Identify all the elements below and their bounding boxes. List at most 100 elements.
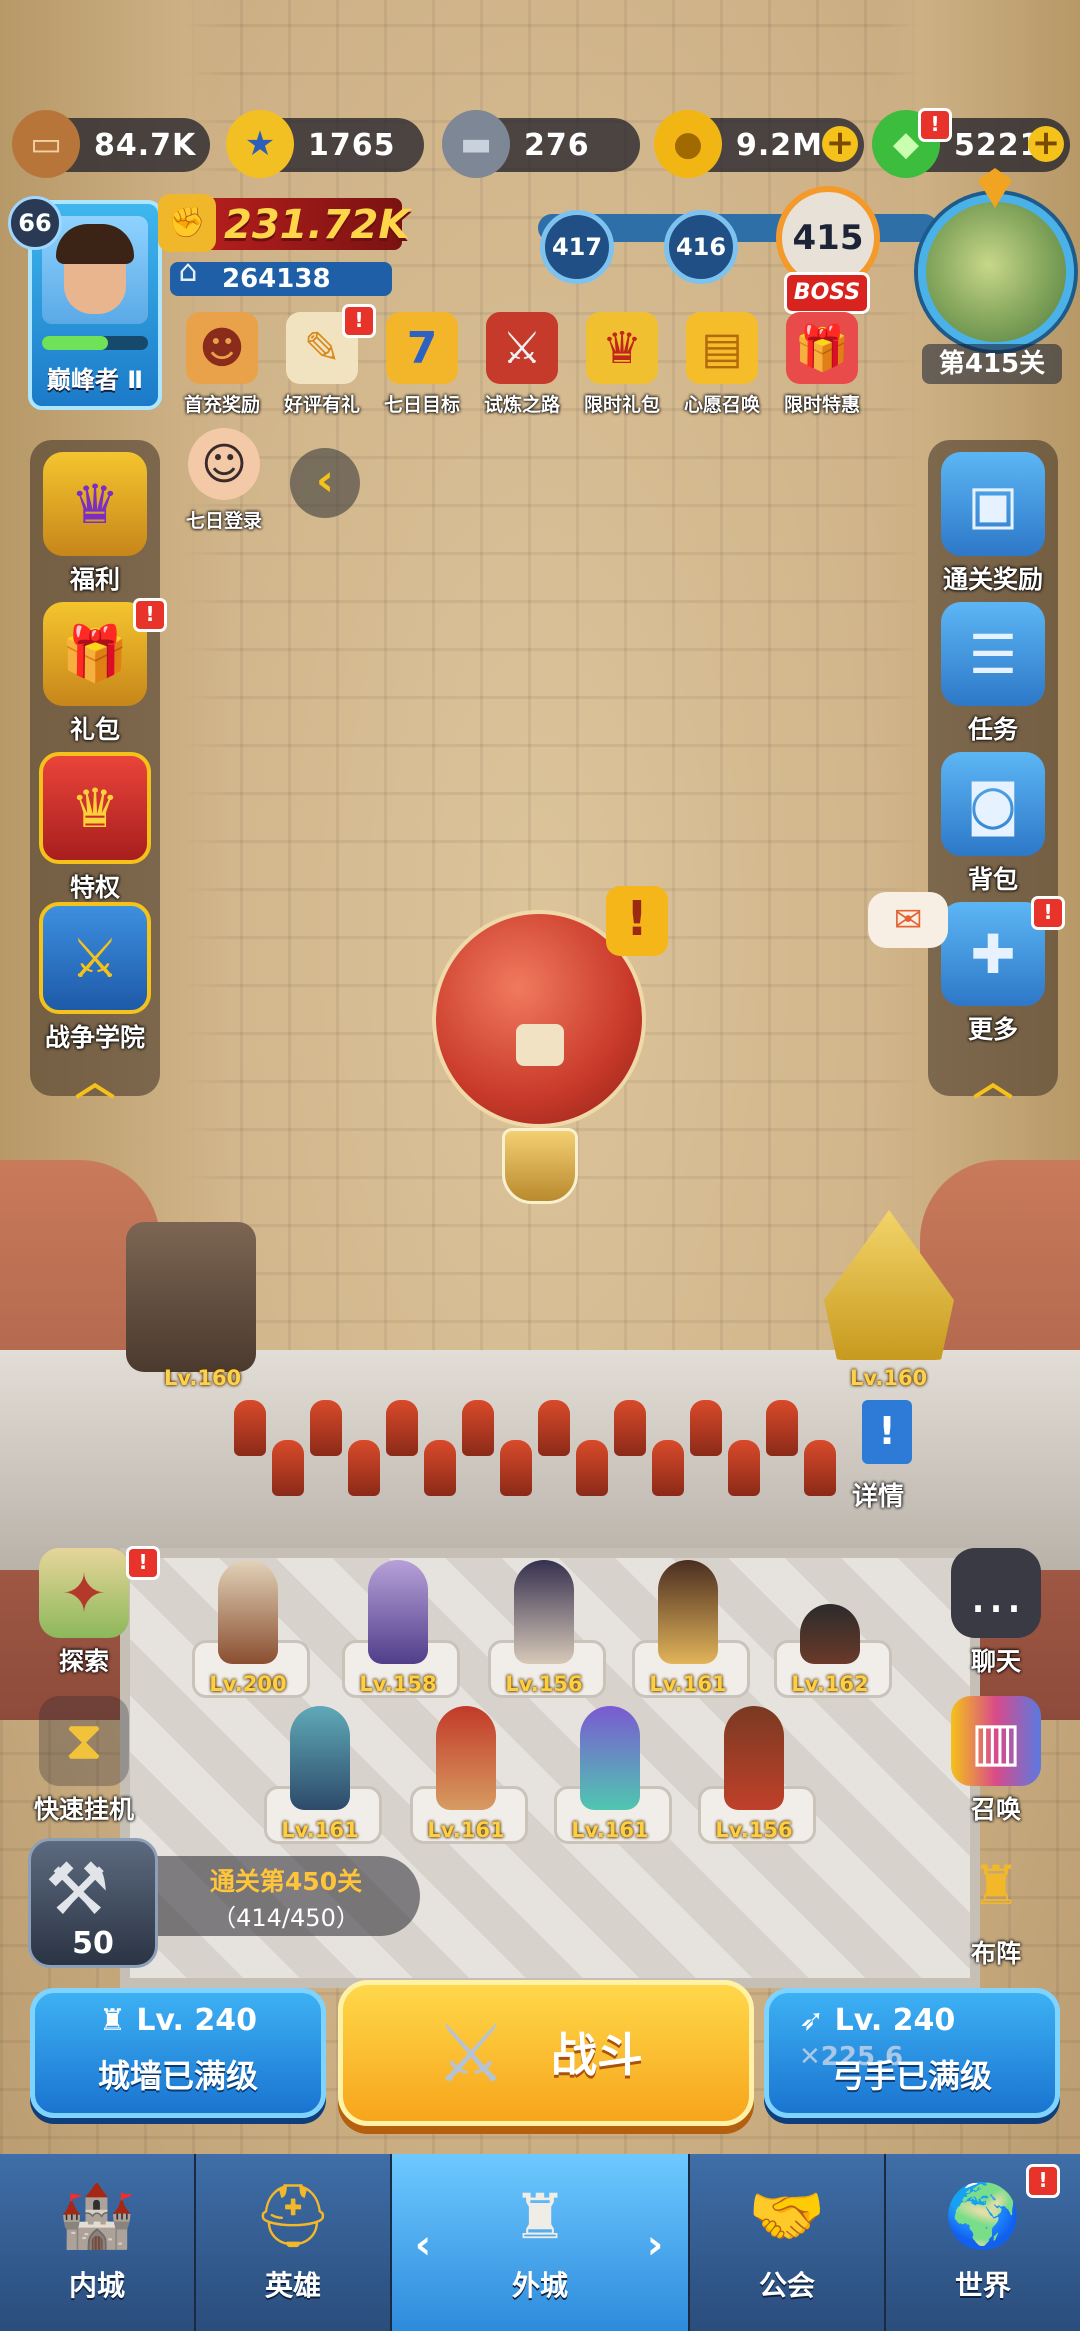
hero-slot-8[interactable]: Lv.161 [554,1706,672,1844]
world-alert-badge: ! [1026,2164,1060,2198]
resource-gold[interactable]: ● 9.2M + [654,110,864,178]
hero-level: Lv.162 [791,1672,869,1696]
balloon-alert-icon[interactable]: ! [606,886,668,956]
event-limited-gift[interactable]: ♛ 限时礼包 [572,312,672,417]
mail-envelope-icon[interactable]: ✉ [868,892,948,948]
event-limited-offer[interactable]: 🎁 限时特惠 [772,312,872,417]
chat-button[interactable]: … 聊天 [934,1548,1058,1678]
nav-next-arrow-icon[interactable]: › [640,2220,670,2270]
combat-power[interactable]: ✊ 231.72K [158,194,409,252]
bow-icon: ➶ [799,2003,835,2038]
collapse-events-button[interactable]: ‹ [290,448,360,518]
add-gold-button[interactable]: + [822,126,858,162]
wall-upgrade-button[interactable]: ♜ Lv. 240 城墙已满级 [30,1988,326,2118]
quick-idle-label: 快速挂机 [33,1795,134,1824]
left-menu-welfare[interactable]: ♛ 福利 [33,452,157,596]
hero-slot-6[interactable]: Lv.161 [264,1706,382,1844]
summon-button[interactable]: ▥ 召唤 [934,1696,1058,1826]
nav-world[interactable]: 🌍 世界 ! [886,2154,1080,2331]
quick-idle-button[interactable]: ⧗ 快速挂机 [22,1696,146,1826]
left-catapult-tower[interactable] [126,1222,256,1372]
collapse-right-chevron-icon[interactable]: ︿ [958,1062,1028,1102]
details-label[interactable]: 详情 [852,1476,904,1513]
combat-power-value: 231.72K [224,202,410,248]
stage-node-416: 416 [664,210,738,284]
player-level-badge: 66 [8,196,62,250]
hammer-button[interactable]: ⚒ 50 [28,1838,158,1968]
archer-status: 弓手已满级 [831,2057,992,2095]
hammer-count: 50 [72,1926,114,1961]
nav-heroes[interactable]: ⛑ 英雄 [196,2154,392,2331]
right-menu-tasks[interactable]: ☰ 任务 [931,602,1055,746]
nav-guild[interactable]: 🤝 公会 [690,2154,886,2331]
gems-alert-badge: ! [918,108,952,142]
nav-prev-arrow-icon[interactable]: ‹ [408,2220,438,2270]
left-menu-label: 特权 [69,873,120,902]
wall-status: 城墙已满级 [97,2057,258,2095]
resource-medal[interactable]: ★ 1765 [226,110,424,178]
right-menu-label: 背包 [967,865,1018,894]
map-icon: ✦ [39,1548,129,1638]
event-first-recharge[interactable]: ☻ 首充奖励 [172,312,272,417]
event-seven-day-login[interactable]: ☺ 七日登录 [174,428,274,533]
hero-slot-1[interactable]: Lv.200 [192,1560,310,1698]
stage-label: 第415关 [922,344,1062,384]
archer-upgrade-button[interactable]: ➶ Lv. 240 ✕225.6 弓手已满级 [764,1988,1060,2118]
hero-slot-2[interactable]: Lv.158 [342,1560,460,1698]
hero-slot-4[interactable]: Lv.161 [632,1560,750,1698]
collapse-left-chevron-icon[interactable]: ︿ [60,1062,130,1102]
archer-unit [348,1440,380,1496]
archer-unit [424,1440,456,1496]
resource-gems[interactable]: ◆ 5221 + ! [872,108,1070,178]
left-menu-war-academy[interactable]: ⚔ 战争学院 [33,902,157,1054]
review-alert-badge: ! [342,304,376,338]
crossed-swords-banner-icon: ⚔ [486,312,558,384]
event-review[interactable]: ✎ 好评有礼 ! [272,304,376,417]
fist-icon: ✊ [158,194,216,252]
crossed-swords-shield-icon: ⚔ [39,902,151,1014]
nav-label: 世界 [954,2269,1011,2302]
formation-label: 布阵 [970,1939,1021,1968]
left-menu-label: 战争学院 [44,1023,145,1052]
hero-slot-5[interactable]: Lv.162 [774,1560,892,1698]
explore-button[interactable]: ✦ 探索 ! [22,1546,160,1678]
fight-button[interactable]: ⚔ 战斗 [338,1980,754,2126]
camp-power[interactable]: ⌂ 264138 [170,254,392,296]
right-menu-clear-reward[interactable]: ▣ 通关奖励 [931,452,1055,596]
hero-slot-9[interactable]: Lv.156 [698,1706,816,1844]
wall-level: Lv. 240 [136,2003,258,2038]
nav-inner-city[interactable]: 🏰 内城 [0,2154,196,2331]
event-seven-day-goal[interactable]: 7 七日目标 [372,312,472,417]
boss-tag: BOSS [784,272,870,314]
gold-coin-icon: ● [654,110,722,178]
details-flag-icon[interactable]: ! [862,1400,912,1464]
world-map-button[interactable] [918,168,1074,350]
clear-goal-box[interactable]: 通关第450关 （414/450） [152,1856,420,1936]
event-trial-road[interactable]: ⚔ 试炼之路 [472,312,572,417]
archer-level: Lv. 240 [834,2003,956,2038]
event-wish-summon[interactable]: ▤ 心愿召唤 [672,312,772,417]
gold-value: 9.2M [736,127,823,163]
left-menu-privilege[interactable]: ♛ 特权 [33,752,157,904]
seven-badge-icon: 7 [386,312,458,384]
resource-wood[interactable]: ▭ 84.7K [12,110,210,178]
formation-button[interactable]: ♜ 布阵 [934,1840,1058,1970]
iron-value: 276 [524,127,590,163]
right-menu-label: 更多 [967,1015,1018,1044]
star-medal-icon: ★ [226,110,294,178]
resource-iron[interactable]: ▬ 276 [442,110,640,178]
left-menu-gift[interactable]: 🎁 礼包 ! [33,598,167,746]
hero-level: Lv.161 [571,1818,649,1842]
hero-level: Lv.156 [505,1672,583,1696]
wood-value: 84.7K [94,127,197,163]
nav-label: 内城 [68,2269,125,2302]
right-tower-level: Lv.160 [850,1366,928,1390]
task-scroll-icon: ☰ [941,602,1045,706]
hero-slot-7[interactable]: Lv.161 [410,1706,528,1844]
castle-icon: 🏰 [58,2179,136,2252]
globe-icon: 🌍 [944,2179,1022,2252]
right-menu-more[interactable]: ✚ 更多 ! [931,896,1065,1046]
hero-slot-3[interactable]: Lv.156 [488,1560,606,1698]
add-gems-button[interactable]: + [1028,126,1064,162]
right-menu-backpack[interactable]: ◙ 背包 [931,752,1055,896]
